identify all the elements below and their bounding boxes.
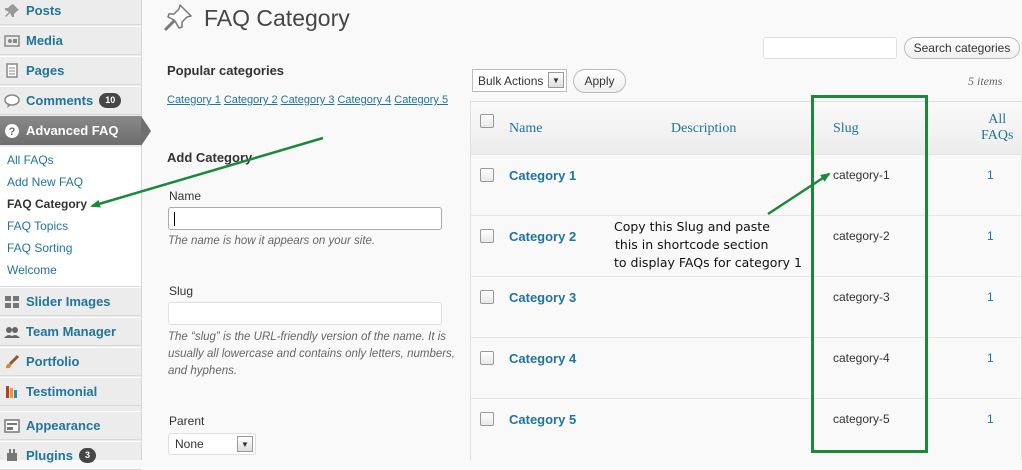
annotation-arrow-to-menu: [90, 136, 324, 208]
annotation-arrows: [90, 136, 831, 216]
annotation-arrow-to-slug: [767, 172, 831, 216]
